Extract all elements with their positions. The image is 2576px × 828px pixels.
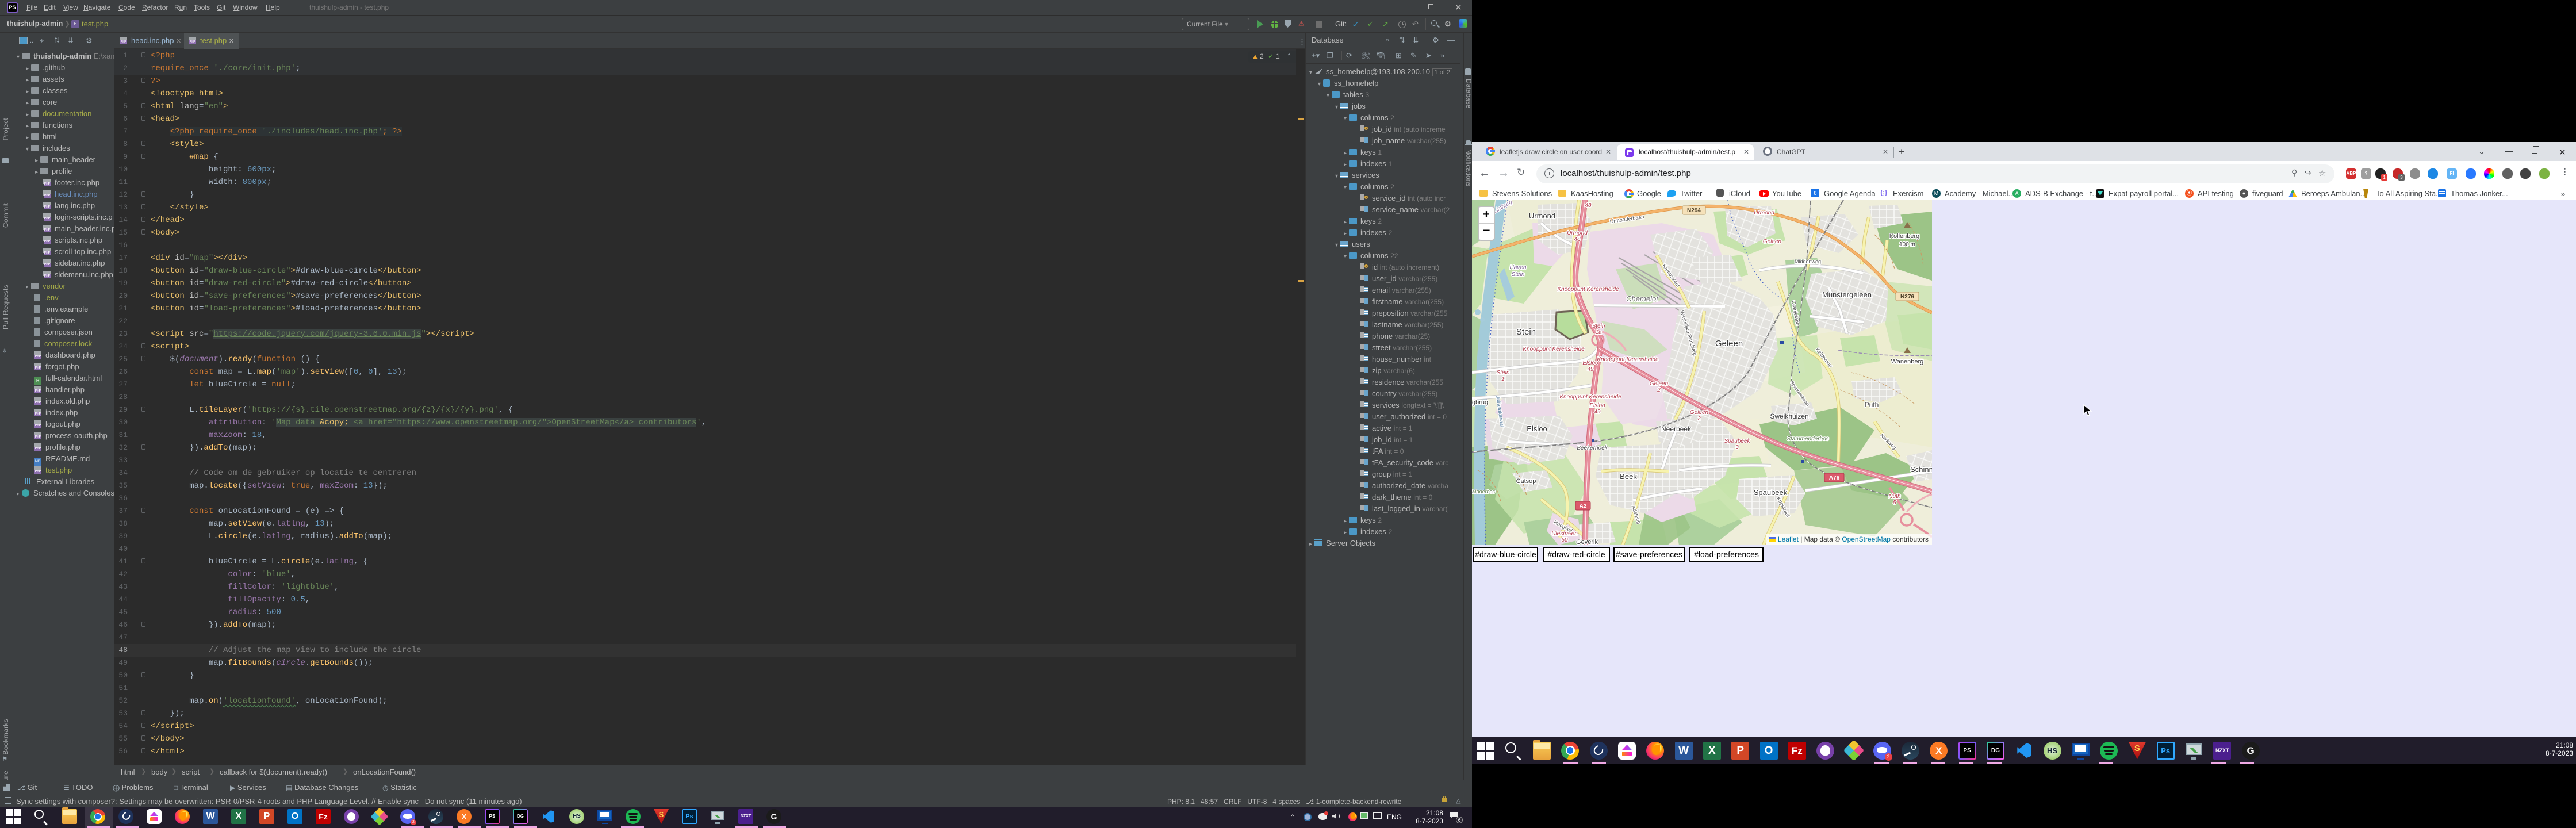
svg-text:Kollenberg: Kollenberg: [1889, 233, 1920, 240]
svg-text:Stein: Stein: [1516, 327, 1536, 337]
svg-text:A2: A2: [1580, 503, 1587, 509]
svg-text:gbrug: gbrug: [1472, 399, 1488, 406]
svg-text:Neerbeek: Neerbeek: [1661, 425, 1692, 433]
svg-text:Geleen: Geleen: [1690, 409, 1709, 416]
svg-text:Stein: Stein: [1497, 370, 1510, 376]
svg-text:48: 48: [1585, 202, 1592, 209]
svg-text:Nuth: Nuth: [1888, 493, 1901, 500]
svg-text:Spaubeek: Spaubeek: [1754, 488, 1788, 497]
svg-text:Stein: Stein: [1592, 323, 1605, 329]
svg-text:Schinn: Schinn: [1910, 465, 1932, 474]
svg-text:Beekerhoek: Beekerhoek: [1577, 445, 1608, 451]
svg-text:5: 5: [1893, 500, 1896, 506]
svg-text:2: 2: [1697, 416, 1701, 422]
svg-text:Chemelot: Chemelot: [1626, 294, 1659, 303]
svg-text:50: 50: [1561, 537, 1568, 543]
svg-text:1a: 1a: [1595, 329, 1602, 336]
svg-text:Urmond: Urmond: [1754, 210, 1774, 216]
svg-text:Geleen: Geleen: [1763, 239, 1782, 245]
svg-text:N294: N294: [1687, 208, 1701, 214]
svg-text:Puth: Puth: [1865, 401, 1879, 409]
svg-text:3: 3: [1735, 444, 1739, 451]
svg-text:A76: A76: [1829, 475, 1840, 481]
svg-text:Knooppunt Kerensheide: Knooppunt Kerensheide: [1559, 394, 1621, 400]
svg-text:Urmond: Urmond: [1567, 230, 1588, 236]
svg-text:Munstergeleen: Munstergeleen: [1822, 290, 1872, 299]
svg-text:49: 49: [1594, 409, 1601, 415]
svg-text:Haven: Haven: [1510, 264, 1527, 271]
svg-text:Geleen: Geleen: [1715, 339, 1743, 348]
svg-text:Stammenderbos: Stammenderbos: [1787, 436, 1828, 442]
svg-text:Knooppunt Kerensheide: Knooppunt Kerensheide: [1523, 346, 1585, 352]
svg-text:Knooppunt Kerensheide: Knooppunt Kerensheide: [1557, 286, 1619, 293]
svg-text:Beek: Beek: [1620, 472, 1637, 481]
svg-text:Elsloo: Elsloo: [1582, 360, 1598, 366]
svg-text:Mooerbos: Mooerbos: [1472, 489, 1496, 494]
svg-text:Elsloo: Elsloo: [1589, 402, 1605, 409]
svg-text:Knooppunt Kerensheide: Knooppunt Kerensheide: [1597, 356, 1659, 363]
svg-text:Wanenberg: Wanenberg: [1891, 358, 1923, 365]
svg-text:N276: N276: [1900, 294, 1914, 300]
svg-text:2: 2: [1657, 387, 1661, 393]
svg-text:Spaubeek: Spaubeek: [1724, 438, 1750, 444]
svg-text:Middenweg: Middenweg: [1795, 259, 1821, 264]
svg-text:48: 48: [1574, 236, 1581, 243]
svg-text:Ulestraten: Ulestraten: [1551, 531, 1578, 537]
svg-text:100 m: 100 m: [1899, 241, 1915, 248]
svg-text:Sweikhuizen: Sweikhuizen: [1770, 412, 1808, 420]
svg-text:Catsop: Catsop: [1516, 478, 1536, 485]
svg-text:1: 1: [1501, 376, 1505, 382]
svg-text:49: 49: [1587, 366, 1594, 373]
svg-text:Urmond: Urmond: [1529, 212, 1555, 220]
svg-text:Stein: Stein: [1512, 271, 1525, 278]
svg-text:Geleen: Geleen: [1650, 381, 1669, 387]
svg-text:Elsloo: Elsloo: [1527, 424, 1547, 433]
svg-text:Geverik: Geverik: [1576, 539, 1598, 545]
